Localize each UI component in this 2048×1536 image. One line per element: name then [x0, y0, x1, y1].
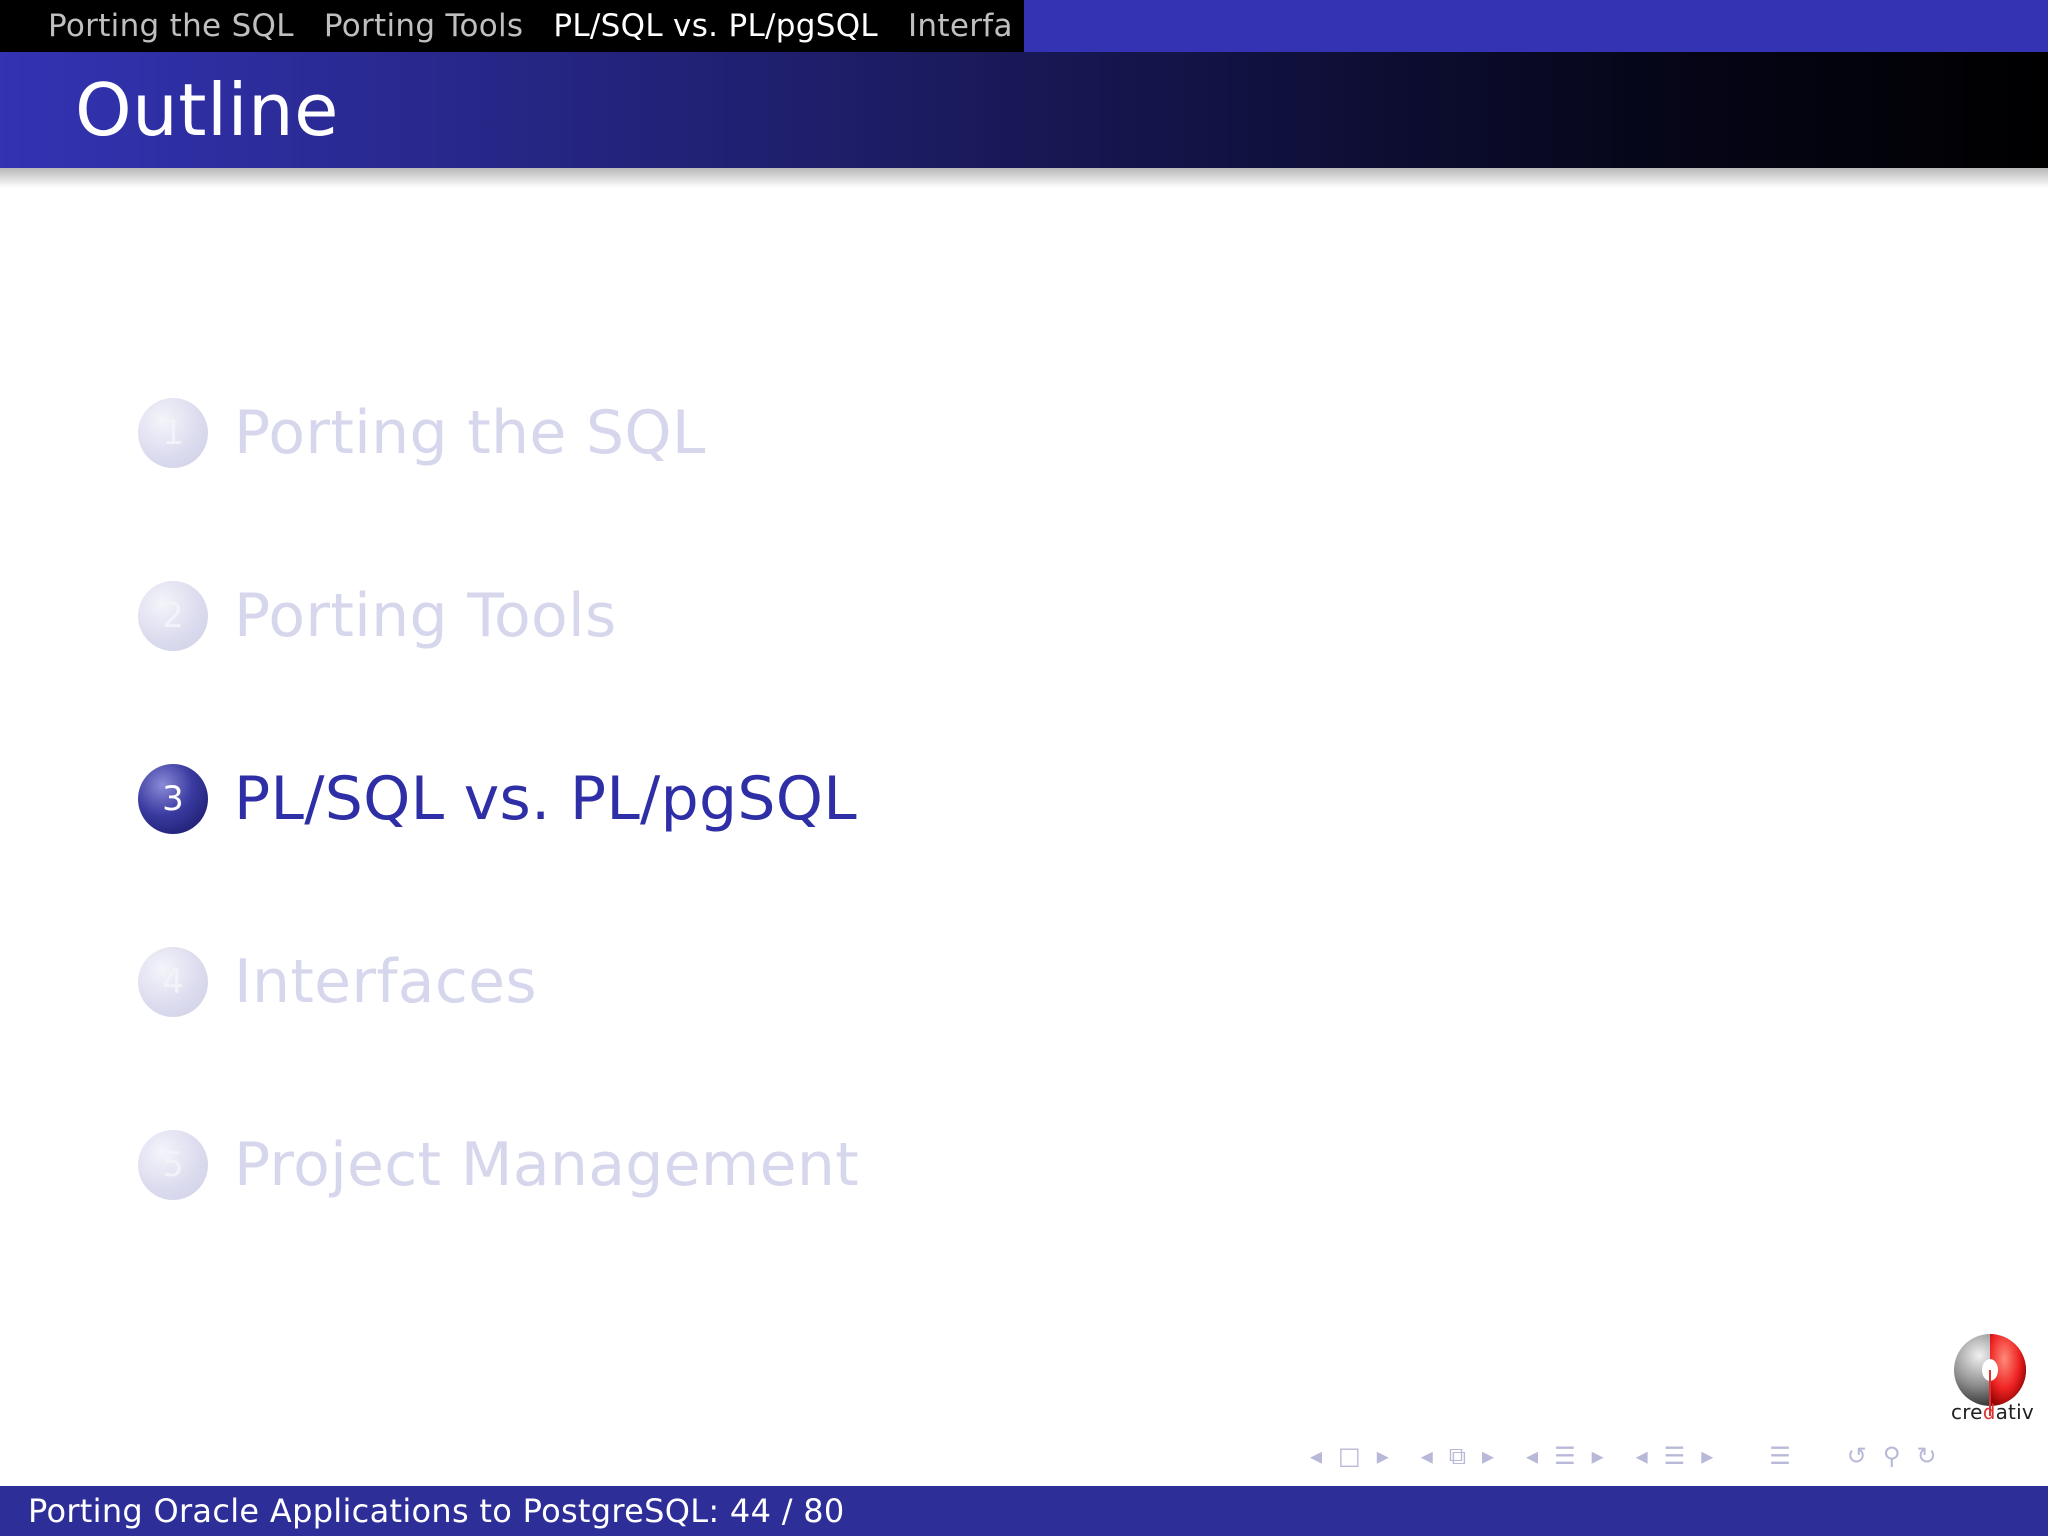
section-number-ball: 2 — [138, 581, 208, 651]
outline-item-label: Project Management — [234, 1130, 859, 1200]
nav-prev-section-icon[interactable]: ◂ — [1636, 1442, 1648, 1470]
section-number-ball: 3 — [138, 764, 208, 834]
nav-forward-icon[interactable]: ↻ — [1916, 1442, 1936, 1470]
title-bar-shadow — [0, 168, 2048, 188]
outline-item-porting-sql[interactable]: 1 Porting the SQL — [138, 398, 706, 468]
section-number-ball: 5 — [138, 1130, 208, 1200]
nav-back-icon[interactable]: ↺ — [1847, 1442, 1867, 1470]
outline-item-label: Interfaces — [234, 947, 537, 1017]
logo-text-part: d — [1982, 1400, 1996, 1424]
navigation-bar-fill — [1024, 0, 2048, 52]
nav-subsection-icon[interactable]: ☰ — [1554, 1442, 1576, 1470]
footer-bar: Porting Oracle Applications to PostgreSQ… — [0, 1486, 2048, 1536]
nav-search-icon[interactable]: ⚲ — [1883, 1442, 1901, 1470]
logo-wordmark: credativ — [1951, 1400, 2034, 1424]
page-title: Outline — [75, 68, 339, 152]
nav-next-subsection-icon[interactable]: ▸ — [1592, 1442, 1604, 1470]
nav-section-icon[interactable]: ☰ — [1664, 1442, 1686, 1470]
outline-item-label: PL/SQL vs. PL/pgSQL — [234, 764, 857, 834]
nav-prev-frame-icon[interactable]: ◂ — [1421, 1442, 1433, 1470]
outline-item-plsql[interactable]: 3 PL/SQL vs. PL/pgSQL — [138, 764, 857, 834]
outline-item-project-management[interactable]: 5 Project Management — [138, 1130, 859, 1200]
nav-next-section-icon[interactable]: ▸ — [1701, 1442, 1713, 1470]
section-navigation-bar: Porting the SQL Porting Tools PL/SQL vs.… — [0, 0, 2048, 52]
section-tabs: Porting the SQL Porting Tools PL/SQL vs.… — [0, 0, 1024, 52]
nav-section-porting-sql[interactable]: Porting the SQL — [48, 8, 294, 44]
beamer-navigation-symbols: ◂ □ ▸ ◂ ⧉ ▸ ◂ ☰ ▸ ◂ ☰ ▸ ☰ ↺ ⚲ ↻ — [1310, 1440, 1953, 1472]
outline-item-porting-tools[interactable]: 2 Porting Tools — [138, 581, 617, 651]
footer-title-and-page: Porting Oracle Applications to PostgreSQ… — [28, 1492, 845, 1530]
nav-section-interfaces[interactable]: Interfa — [908, 8, 1013, 44]
logo-text-part: cre — [1951, 1400, 1983, 1424]
nav-slide-icon[interactable]: □ — [1338, 1442, 1361, 1470]
outline-item-interfaces[interactable]: 4 Interfaces — [138, 947, 537, 1017]
nav-next-slide-icon[interactable]: ▸ — [1377, 1442, 1389, 1470]
nav-section-porting-tools[interactable]: Porting Tools — [324, 8, 524, 44]
outline-item-label: Porting the SQL — [234, 398, 706, 468]
nav-prev-subsection-icon[interactable]: ◂ — [1526, 1442, 1538, 1470]
section-number-ball: 1 — [138, 398, 208, 468]
outline-item-label: Porting Tools — [234, 581, 617, 651]
section-number-ball: 4 — [138, 947, 208, 1017]
logo-text-part: ativ — [1995, 1400, 2034, 1424]
nav-prev-slide-icon[interactable]: ◂ — [1310, 1442, 1322, 1470]
frame-title-bar: Outline — [0, 52, 2048, 168]
nav-document-icon[interactable]: ☰ — [1769, 1442, 1791, 1470]
nav-frame-icon[interactable]: ⧉ — [1449, 1442, 1466, 1470]
nav-next-frame-icon[interactable]: ▸ — [1482, 1442, 1494, 1470]
nav-section-plsql[interactable]: PL/SQL vs. PL/pgSQL — [553, 8, 878, 44]
